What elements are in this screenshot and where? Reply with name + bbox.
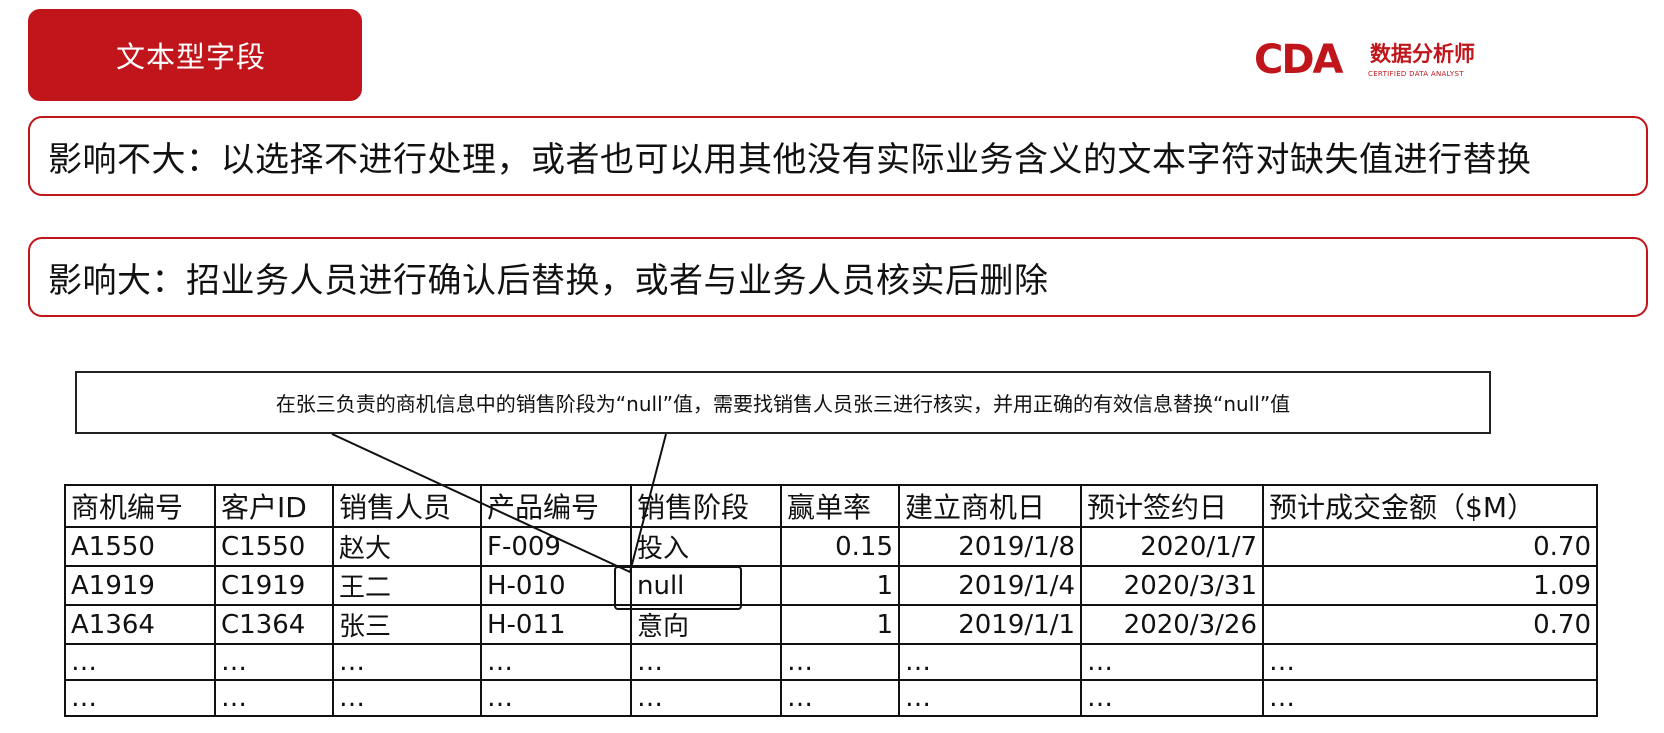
table-row: A1550 C1550 赵大 F-009 投入 0.15 2019/1/8 20… bbox=[64, 526, 1598, 567]
table-cell: 赵大 bbox=[332, 526, 482, 567]
table-cell: H-011 bbox=[480, 604, 632, 645]
point-major-impact: 影响大：招业务人员进行确认后替换，或者与业务人员核实后删除 bbox=[28, 237, 1648, 317]
table-cell: … bbox=[1262, 643, 1598, 681]
table-cell: 2020/1/7 bbox=[1080, 526, 1264, 567]
table-row: A1919 C1919 王二 H-010 null 1 2019/1/4 202… bbox=[64, 565, 1598, 606]
table-cell: 2019/1/1 bbox=[898, 604, 1082, 645]
table-cell: … bbox=[332, 643, 482, 681]
table-cell: A1550 bbox=[64, 526, 216, 567]
table-row: … … … … … … … … … bbox=[64, 643, 1598, 681]
table-cell: A1364 bbox=[64, 604, 216, 645]
table-cell: … bbox=[480, 679, 632, 717]
header-cell: 建立商机日 bbox=[898, 484, 1082, 528]
table-cell: C1550 bbox=[214, 526, 334, 567]
table-cell: 1 bbox=[780, 565, 900, 606]
table-cell: 投入 bbox=[630, 526, 782, 567]
table-cell: … bbox=[780, 679, 900, 717]
header-cell: 客户ID bbox=[214, 484, 334, 528]
callout-note: 在张三负责的商机信息中的销售阶段为“null”值，需要找销售人员张三进行核实，并… bbox=[75, 371, 1491, 434]
table-cell: F-009 bbox=[480, 526, 632, 567]
null-highlight-box bbox=[614, 566, 742, 610]
table-header-row: 商机编号 客户ID 销售人员 产品编号 销售阶段 赢单率 建立商机日 预计签约日… bbox=[64, 484, 1598, 528]
header-cell: 预计签约日 bbox=[1080, 484, 1264, 528]
table-cell: … bbox=[1262, 679, 1598, 717]
section-title: 文本型字段 bbox=[28, 9, 362, 101]
table-cell: … bbox=[64, 643, 216, 681]
table-cell: 1 bbox=[780, 604, 900, 645]
table-cell: 0.70 bbox=[1262, 526, 1598, 567]
header-cell: 赢单率 bbox=[780, 484, 900, 528]
table-cell: C1919 bbox=[214, 565, 334, 606]
table-cell: … bbox=[1080, 679, 1264, 717]
table-cell: 意向 bbox=[630, 604, 782, 645]
table-cell: … bbox=[898, 679, 1082, 717]
table-cell: 0.15 bbox=[780, 526, 900, 567]
table-cell: … bbox=[64, 679, 216, 717]
logo-chinese-text: 数据分析师 bbox=[1370, 42, 1475, 66]
table-cell: … bbox=[214, 679, 334, 717]
table-cell: 2020/3/26 bbox=[1080, 604, 1264, 645]
table-cell: … bbox=[1080, 643, 1264, 681]
table-cell: 张三 bbox=[332, 604, 482, 645]
sales-opportunity-table: 商机编号 客户ID 销售人员 产品编号 销售阶段 赢单率 建立商机日 预计签约日… bbox=[64, 484, 1598, 717]
table-cell: … bbox=[480, 643, 632, 681]
table-cell: … bbox=[332, 679, 482, 717]
table-cell: 2019/1/4 bbox=[898, 565, 1082, 606]
logo-mark: CDA bbox=[1254, 37, 1344, 83]
header-cell: 预计成交金额（$M） bbox=[1262, 484, 1598, 528]
point-minor-impact: 影响不大：以选择不进行处理，或者也可以用其他没有实际业务含义的文本字符对缺失值进… bbox=[28, 116, 1648, 196]
header-cell: 销售阶段 bbox=[630, 484, 782, 528]
table-cell: 王二 bbox=[332, 565, 482, 606]
table-cell: A1919 bbox=[64, 565, 216, 606]
header-cell: 销售人员 bbox=[332, 484, 482, 528]
table-cell: H-010 bbox=[480, 565, 632, 606]
table-row: … … … … … … … … … bbox=[64, 679, 1598, 717]
table-cell: … bbox=[214, 643, 334, 681]
header-cell: 商机编号 bbox=[64, 484, 216, 528]
header-cell: 产品编号 bbox=[480, 484, 632, 528]
table-cell: … bbox=[630, 643, 782, 681]
table-row: A1364 C1364 张三 H-011 意向 1 2019/1/1 2020/… bbox=[64, 604, 1598, 645]
table-cell: 2019/1/8 bbox=[898, 526, 1082, 567]
cda-logo: CDA 数据分析师 CERTIFIED DATA ANALYST bbox=[1254, 40, 1484, 82]
table-cell: … bbox=[898, 643, 1082, 681]
table-cell: 2020/3/31 bbox=[1080, 565, 1264, 606]
logo-english-text: CERTIFIED DATA ANALYST bbox=[1368, 70, 1464, 78]
table-cell: … bbox=[780, 643, 900, 681]
table-cell: … bbox=[630, 679, 782, 717]
table-cell: 0.70 bbox=[1262, 604, 1598, 645]
table-cell: 1.09 bbox=[1262, 565, 1598, 606]
table-cell: C1364 bbox=[214, 604, 334, 645]
